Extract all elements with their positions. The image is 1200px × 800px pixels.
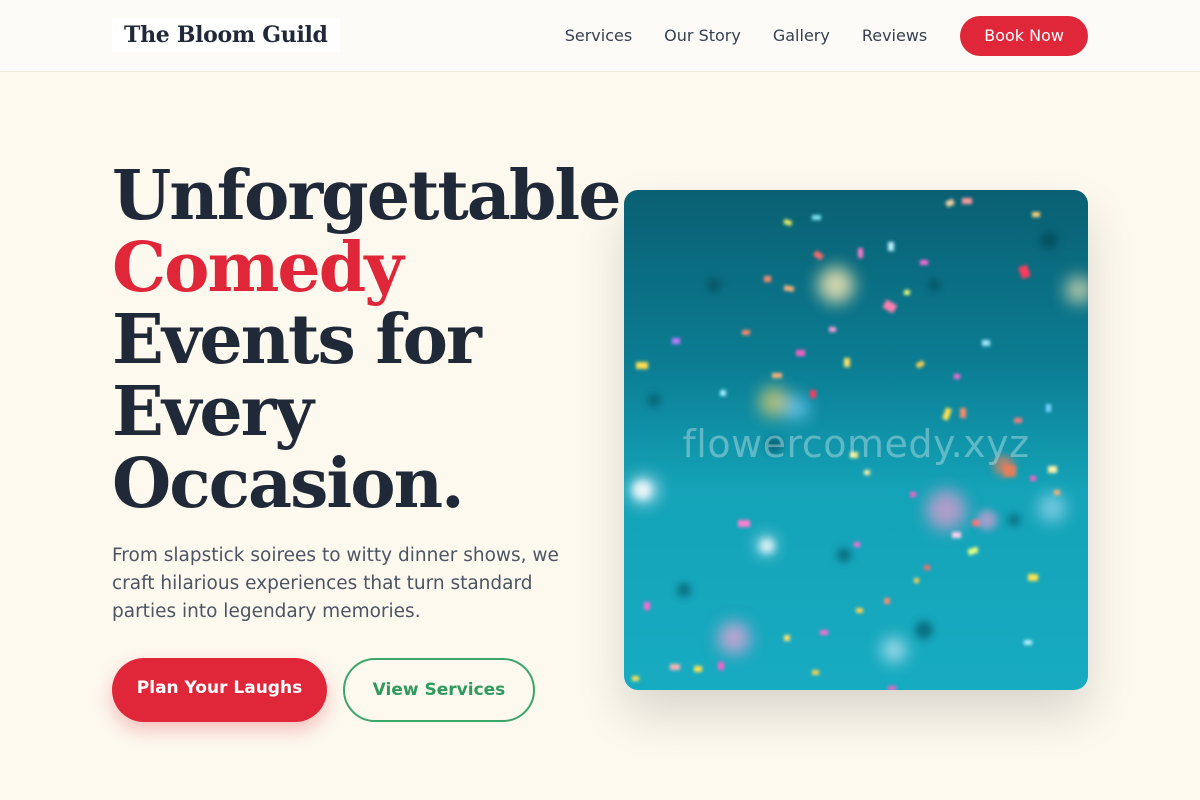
- headline-line-4: Every: [112, 372, 314, 452]
- headline-line-2-accent: Comedy: [112, 228, 404, 308]
- nav-link-reviews[interactable]: Reviews: [862, 16, 927, 56]
- hero-headline: Unforgettable Comedy Events for Every Oc…: [112, 156, 622, 524]
- main-nav: Services Our Story Gallery Reviews Book …: [565, 16, 1088, 56]
- hero-subtext: From slapstick soirees to witty dinner s…: [112, 545, 559, 622]
- plan-your-laughs-button[interactable]: Plan Your Laughs: [112, 658, 327, 722]
- site-logo[interactable]: The Bloom Guild: [112, 18, 340, 52]
- nav-link-services[interactable]: Services: [565, 16, 632, 56]
- headline-line-3: Events for: [112, 300, 482, 380]
- view-services-button[interactable]: View Services: [343, 658, 535, 722]
- site-header: The Bloom Guild Services Our Story Galle…: [0, 0, 1200, 72]
- nav-link-our-story[interactable]: Our Story: [664, 16, 741, 56]
- nav-link-gallery[interactable]: Gallery: [773, 16, 830, 56]
- image-watermark: flowercomedy.xyz: [682, 422, 1030, 466]
- hero-confetti-image: flowercomedy.xyz: [624, 190, 1088, 690]
- book-now-button[interactable]: Book Now: [960, 16, 1088, 56]
- headline-line-5: Occasion.: [112, 444, 465, 524]
- headline-line-1: Unforgettable: [112, 156, 622, 236]
